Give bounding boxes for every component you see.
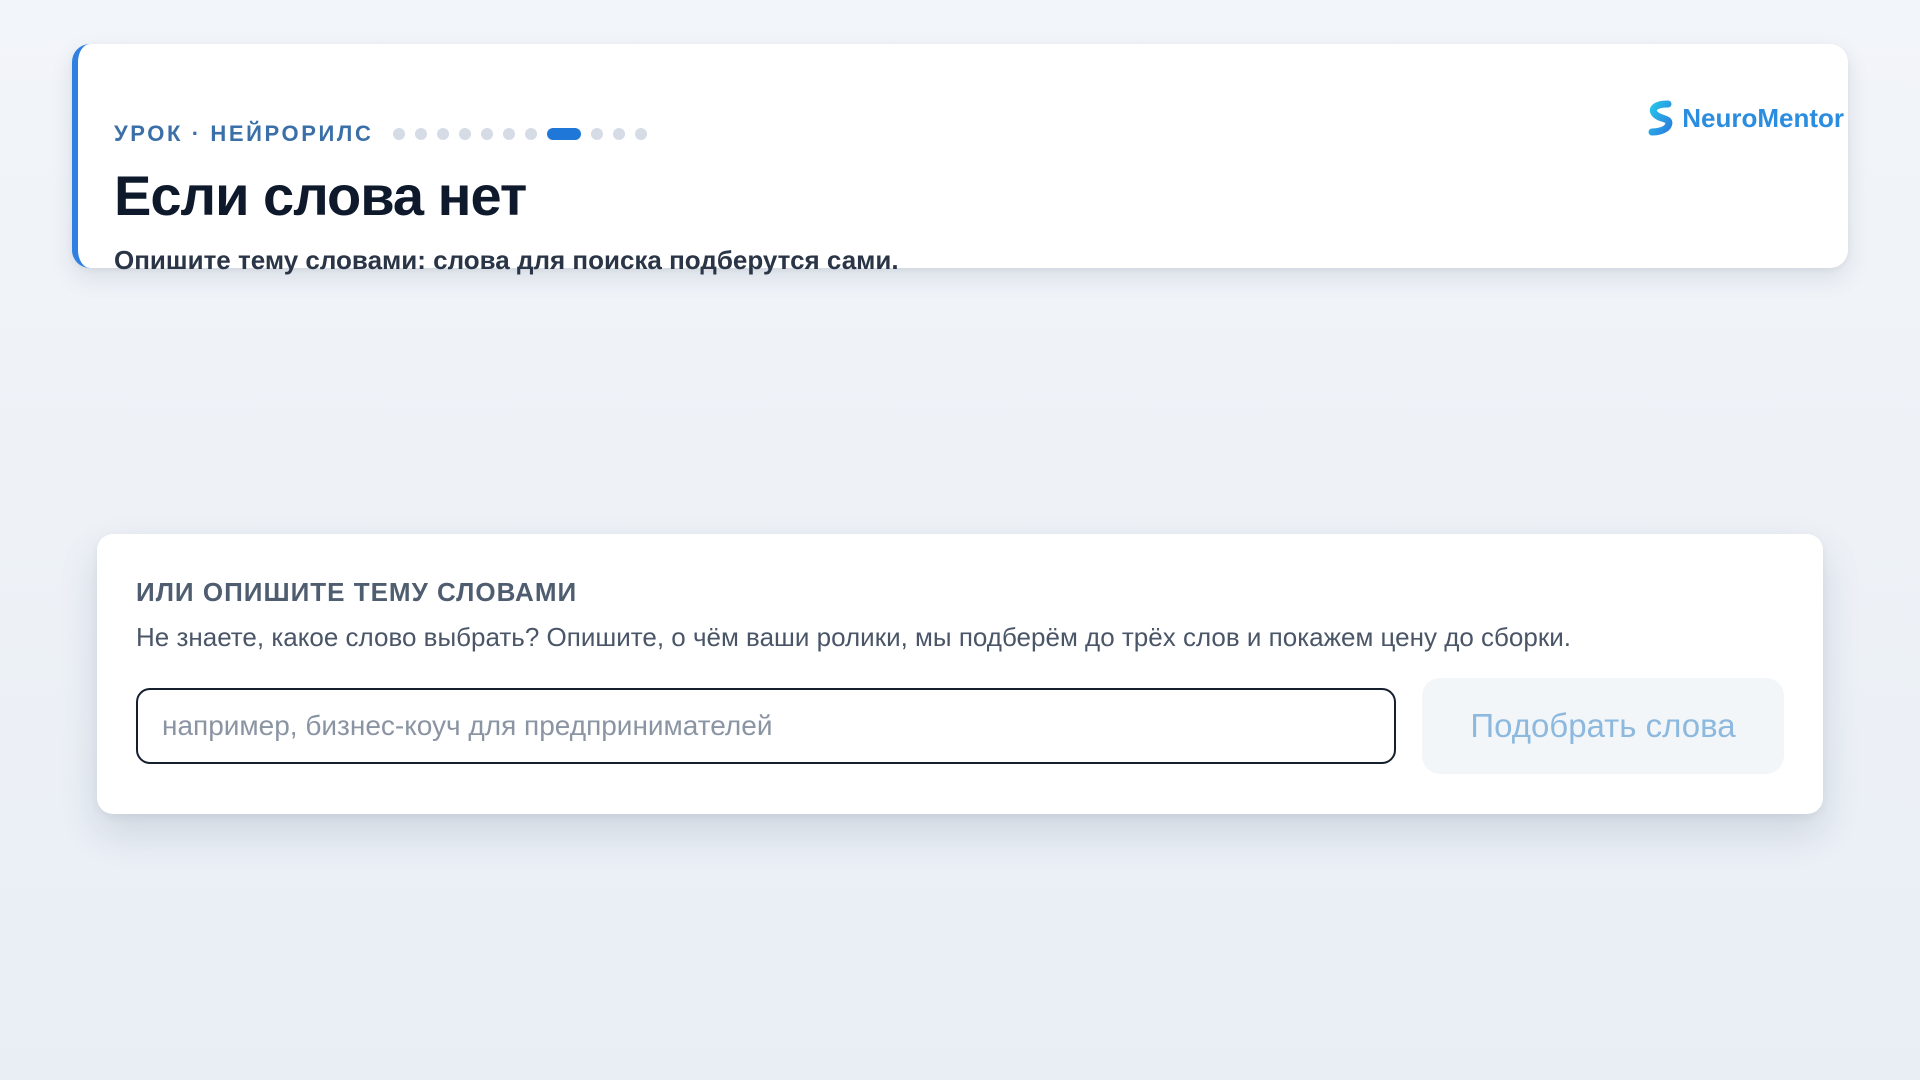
section-heading: ИЛИ ОПИШИТЕ ТЕМУ СЛОВАМИ: [136, 577, 578, 607]
lesson-label: УРОК · НЕЙРОРИЛС: [114, 121, 374, 146]
section-description: Не знаете, какое слово выбрать? Опишите,…: [136, 622, 1571, 652]
lesson-header-card: УРОК · НЕЙРОРИЛС Если слова нет Опишите …: [72, 44, 1848, 275]
progress-dot: [459, 128, 472, 140]
brand: NeuroMentor: [1646, 100, 1844, 136]
progress-dot: [525, 128, 538, 140]
progress-dot-current: [547, 128, 582, 140]
progress-dot: [635, 128, 648, 140]
lesson-progress: [393, 128, 648, 140]
page-title: Если слова нет: [114, 164, 527, 227]
lesson-meta-row: УРОК · НЕЙРОРИЛС: [114, 121, 648, 146]
brand-name: NeuroMentor: [1682, 102, 1844, 133]
topic-input[interactable]: [136, 688, 1396, 764]
progress-dot: [415, 128, 428, 140]
pick-words-button[interactable]: Подобрать слова: [1422, 678, 1784, 774]
progress-dot: [591, 128, 604, 140]
progress-dot: [481, 128, 494, 140]
neuromentor-logo-icon: [1648, 100, 1673, 136]
progress-dot: [613, 128, 626, 140]
describe-topic-card: ИЛИ ОПИШИТЕ ТЕМУ СЛОВАМИ Не знаете, како…: [97, 534, 1823, 814]
progress-dot: [503, 128, 516, 140]
page-subtitle: Опишите тему словами: слова для поиска п…: [114, 245, 899, 275]
progress-dot: [393, 128, 406, 140]
progress-dot: [437, 128, 450, 140]
